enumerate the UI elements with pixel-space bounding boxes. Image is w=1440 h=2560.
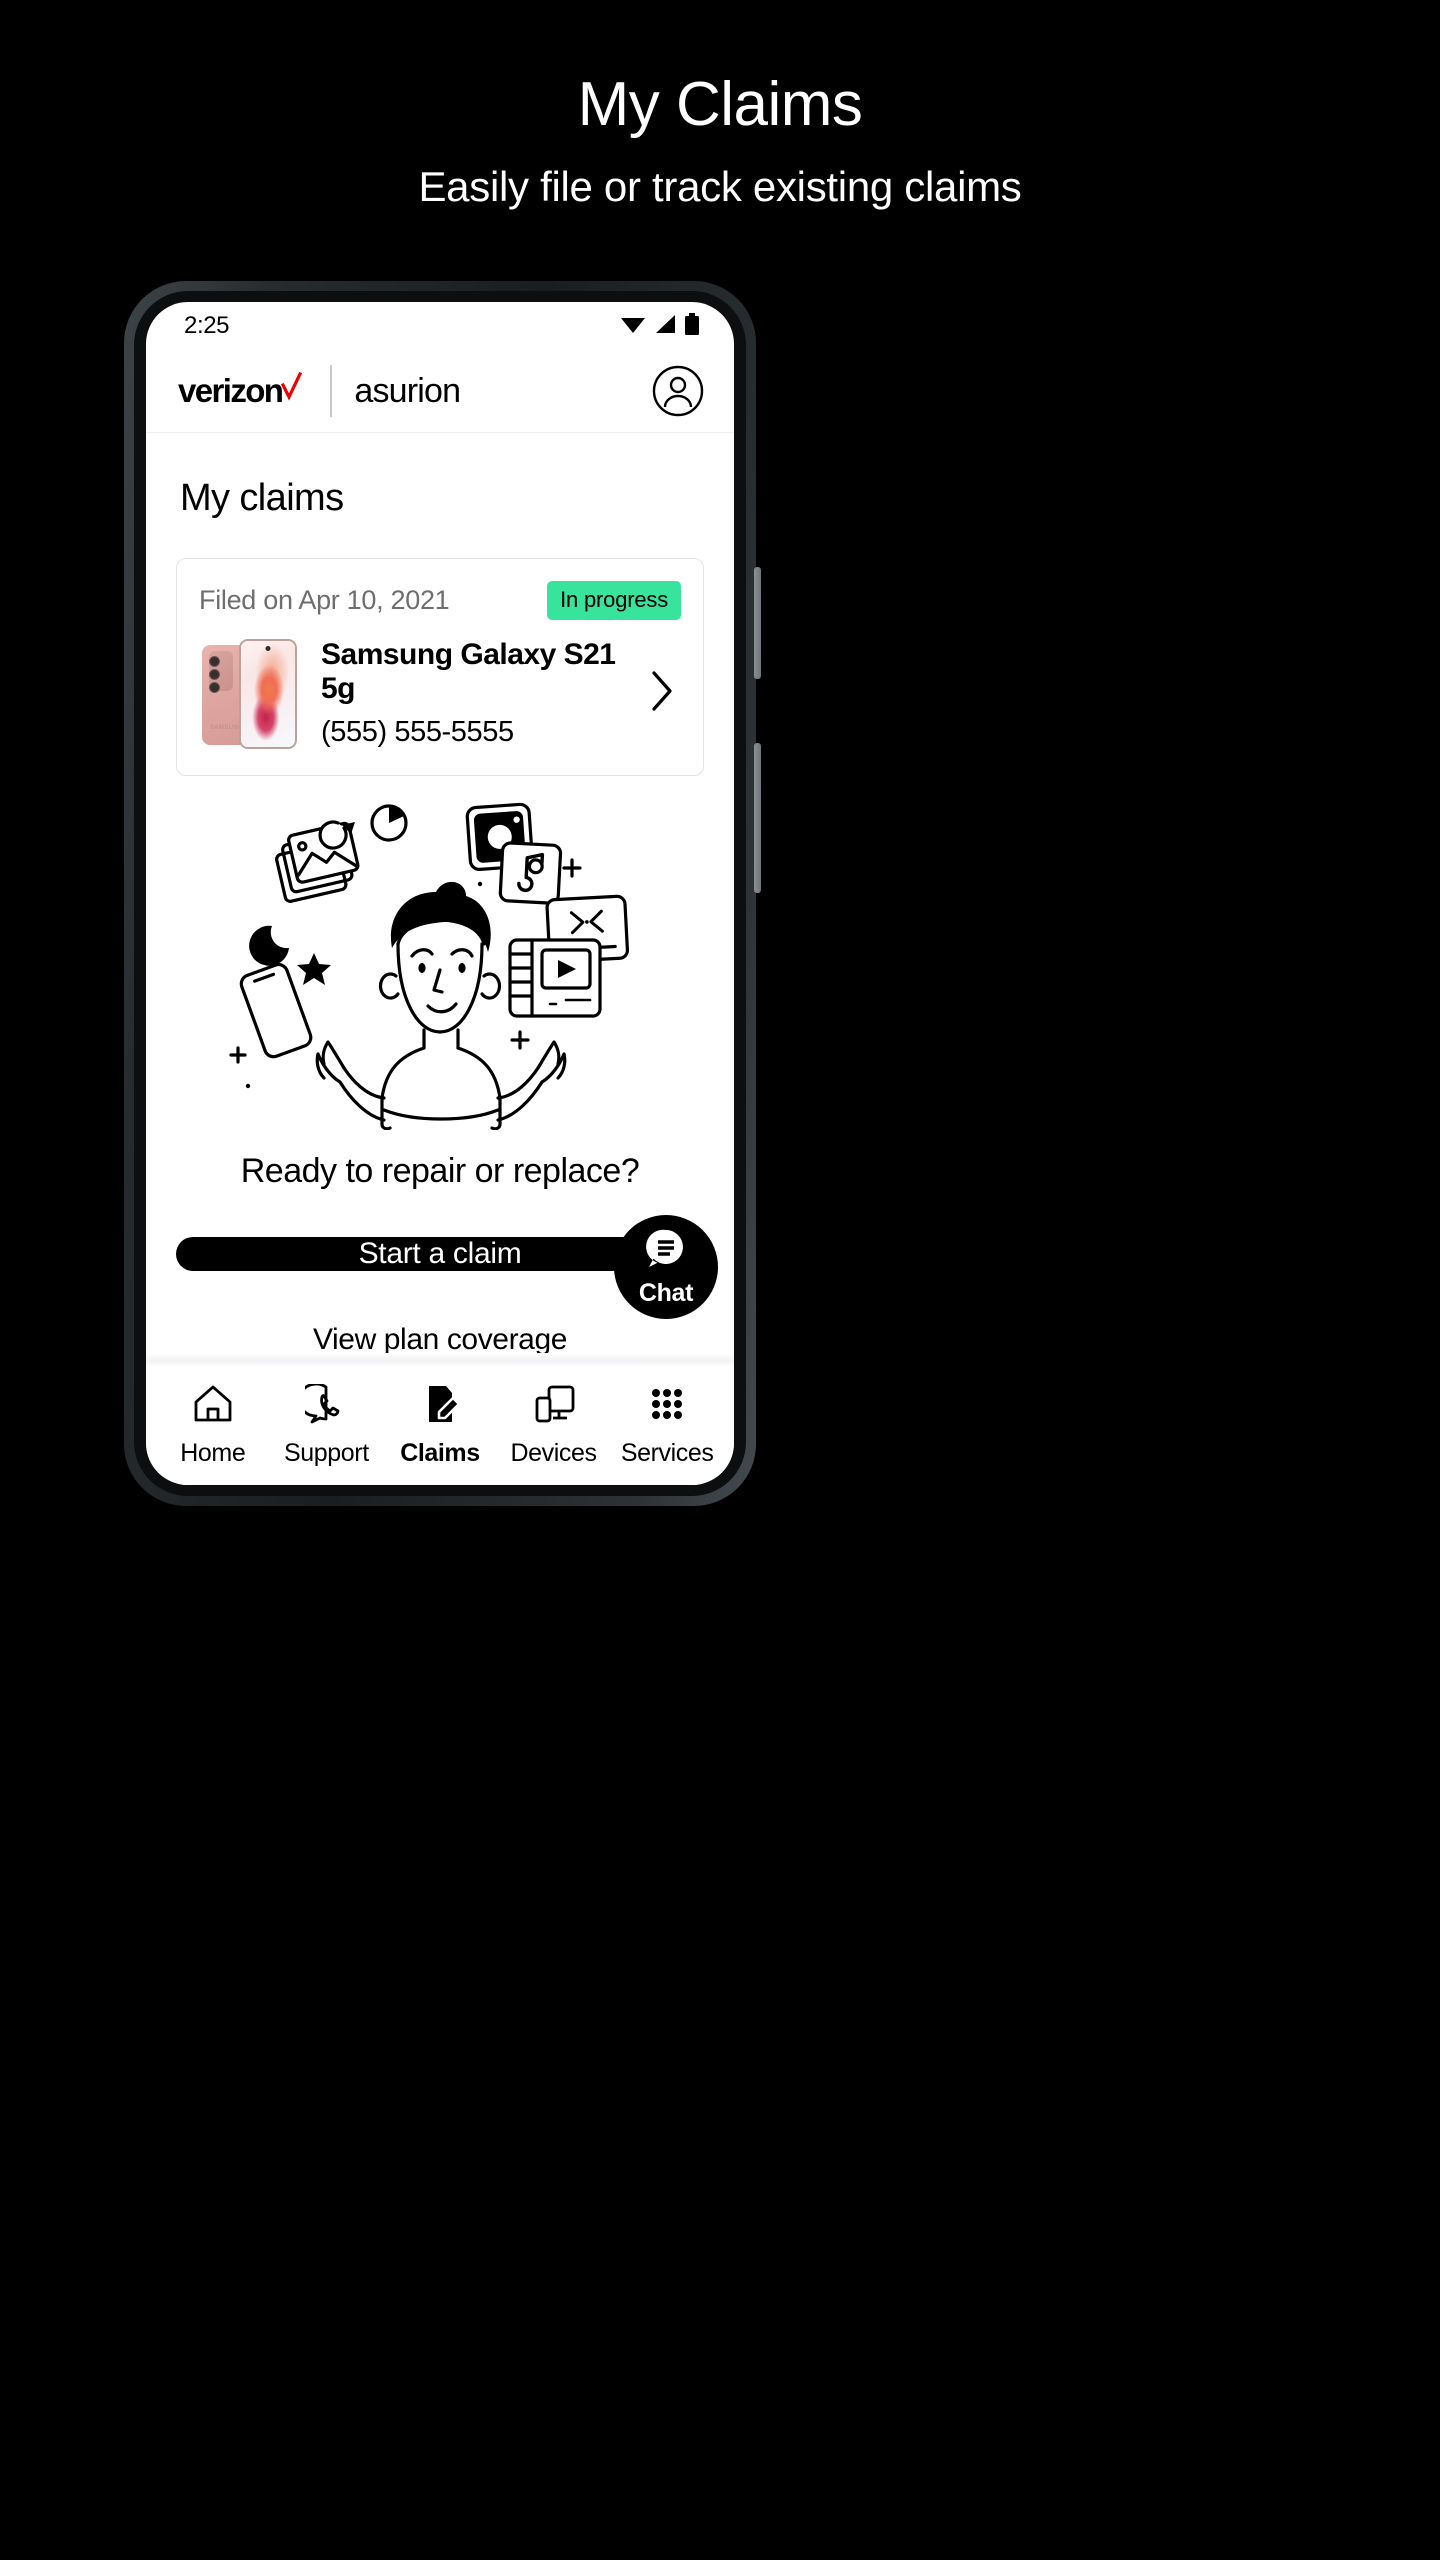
nav-label-services: Services	[620, 1439, 714, 1467]
brand-lockup: verizon asurion	[178, 365, 461, 417]
status-clock: 2:25	[184, 312, 230, 339]
bottom-navigation: Home Support Claims Devices Services	[146, 1367, 734, 1485]
brand-divider	[330, 365, 333, 417]
nav-item-home[interactable]: Home	[156, 1384, 270, 1468]
verizon-logo: verizon	[178, 371, 308, 410]
nav-label-home: Home	[180, 1439, 246, 1467]
asurion-logo: asurion	[354, 371, 461, 410]
claim-filed-date: Filed on Apr 10, 2021	[199, 585, 450, 615]
phone-frame: 2:25 verizon asurion My claims Filed on …	[124, 281, 761, 1506]
person-juggling-media-icons-illustration	[146, 800, 734, 1130]
claim-card[interactable]: Filed on Apr 10, 2021 In progress SAMSUN…	[176, 558, 704, 776]
nav-label-claims: Claims	[400, 1439, 480, 1467]
promo-header: My Claims Easily file or track existing …	[0, 0, 1440, 211]
screen-body: My claims Filed on Apr 10, 2021 In progr…	[146, 433, 734, 1353]
wifi-icon	[620, 314, 646, 339]
camera-lens-icon	[209, 681, 220, 693]
phone-front-view	[239, 638, 297, 749]
support-icon	[298, 1382, 347, 1429]
view-plan-coverage-link[interactable]: View plan coverage	[313, 1323, 567, 1353]
phone-device-mockup: 2:25 verizon asurion My claims Filed on …	[124, 281, 761, 1506]
claim-device-phone: (555) 555-5555	[321, 716, 514, 748]
account-circle-icon[interactable]	[652, 365, 704, 417]
promo-subtitle: Easily file or track existing claims	[418, 163, 1022, 211]
wallpaper	[241, 640, 295, 747]
claims-icon	[419, 1384, 461, 1429]
front-camera-icon	[265, 645, 271, 651]
bottom-nav-divider	[146, 1353, 734, 1367]
camera-lens-icon	[209, 668, 220, 680]
status-bar: 2:25	[146, 302, 734, 350]
signal-icon	[654, 314, 676, 339]
services-grid-icon	[646, 1384, 688, 1429]
home-icon	[192, 1384, 234, 1429]
claim-device-name: Samsung Galaxy S21 5g	[321, 638, 616, 705]
phone-side-button-volume[interactable]	[754, 567, 761, 679]
app-header: verizon asurion	[146, 350, 734, 432]
claim-card-content: SAMSUNG Samsung Galaxy S21 5g (555) 555-…	[199, 638, 681, 749]
claim-card-header: Filed on Apr 10, 2021 In progress	[199, 581, 681, 620]
battery-icon	[684, 312, 700, 340]
samsung-galaxy-s21-phone-image: SAMSUNG	[199, 638, 297, 749]
chevron-right-icon[interactable]	[649, 670, 681, 717]
phone-screen: 2:25 verizon asurion My claims Filed on …	[146, 302, 734, 1485]
nav-item-services[interactable]: Services	[610, 1384, 724, 1468]
status-system-icons	[620, 312, 700, 340]
phone-side-button-power[interactable]	[754, 743, 761, 893]
chat-fab-button[interactable]: Chat	[614, 1215, 718, 1319]
nav-label-devices: Devices	[510, 1439, 598, 1467]
nav-item-claims[interactable]: Claims	[383, 1384, 497, 1468]
plan-link-row: View plan coverage	[146, 1323, 734, 1353]
claim-device-info: Samsung Galaxy S21 5g (555) 555-5555	[297, 638, 649, 749]
devices-icon	[533, 1384, 575, 1429]
promo-title: My Claims	[577, 70, 863, 139]
verizon-check-icon	[280, 371, 303, 410]
chat-bubble-icon	[643, 1226, 689, 1277]
nav-item-support[interactable]: Support	[270, 1382, 384, 1468]
cta-heading: Ready to repair or replace?	[240, 1152, 640, 1190]
nav-item-devices[interactable]: Devices	[497, 1384, 611, 1468]
status-badge: In progress	[547, 581, 681, 620]
page-title: My claims	[180, 477, 344, 519]
chat-label: Chat	[638, 1279, 694, 1307]
nav-label-support: Support	[284, 1439, 369, 1467]
camera-lens-icon	[209, 655, 220, 667]
